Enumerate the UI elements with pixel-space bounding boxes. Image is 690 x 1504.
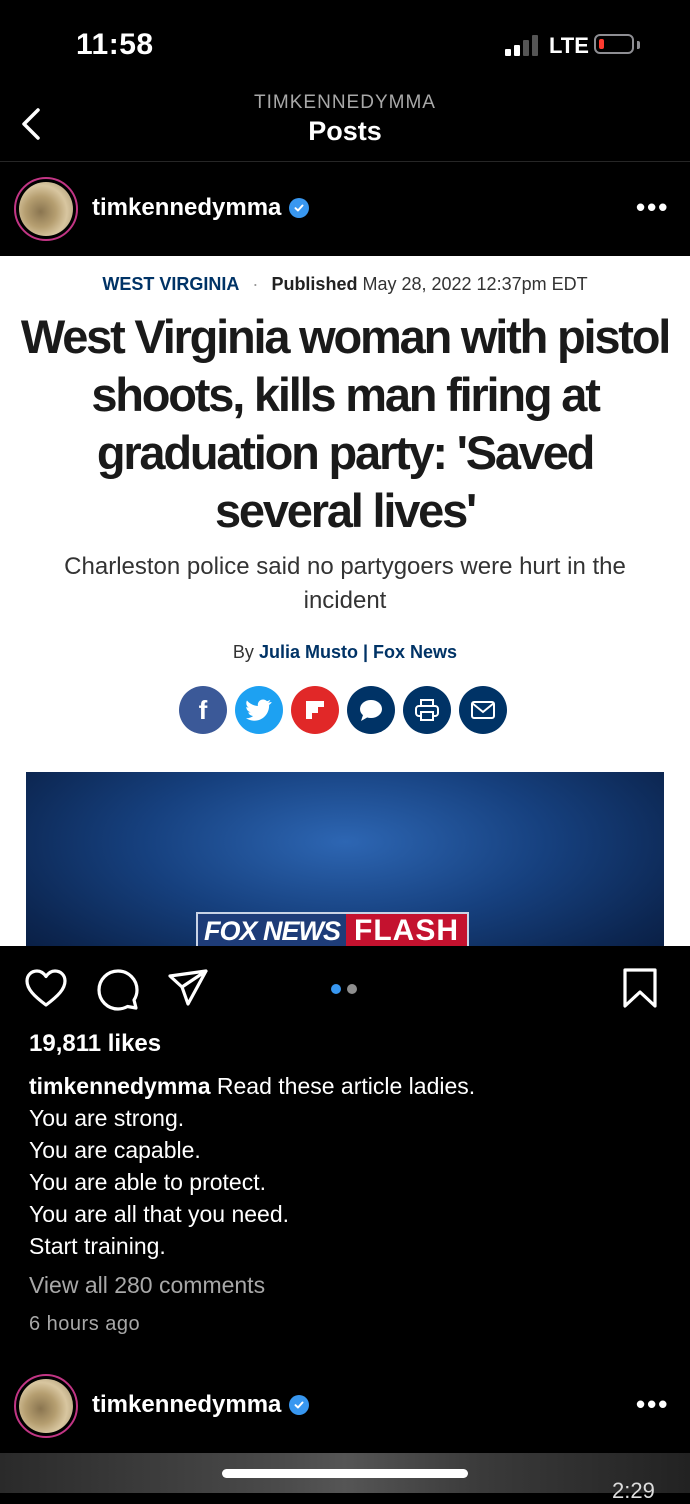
- comment-button[interactable]: [96, 967, 140, 1011]
- next-post-author[interactable]: timkennedymma: [92, 1391, 310, 1419]
- battery-icon: [594, 34, 634, 54]
- comment-icon: [347, 686, 395, 734]
- status-time: 11:58: [76, 28, 154, 61]
- like-button[interactable]: [24, 967, 68, 1011]
- post-image[interactable]: WEST VIRGINIA · Published May 28, 2022 1…: [0, 256, 690, 946]
- by-label: By: [232, 642, 254, 662]
- nav-divider: [0, 161, 690, 162]
- article-byline: By Julia Musto | Fox News: [232, 642, 458, 662]
- post-author[interactable]: timkennedymma: [92, 194, 310, 222]
- carousel-dot-active: [331, 984, 341, 994]
- caption-line: Read these article ladies.: [216, 1073, 476, 1099]
- article-subheadline: Charleston police said no partygoers wer…: [64, 553, 626, 614]
- verified-badge-icon: [289, 1395, 310, 1415]
- heart-icon: [25, 969, 67, 1007]
- save-button[interactable]: [618, 966, 662, 1010]
- share-button[interactable]: [166, 966, 210, 1010]
- verified-badge-icon: [289, 198, 310, 218]
- article-meta: WEST VIRGINIA · Published May 28, 2022 1…: [102, 274, 588, 294]
- fox-news-flash-banner: FOX NEWS FLASH: [196, 912, 508, 946]
- article-video: FOX NEWS FLASH: [26, 772, 664, 946]
- cellular-signal-icon: [505, 34, 539, 56]
- post-caption: timkennedymma Read these article ladies.…: [29, 1070, 669, 1262]
- comment-bubble-icon: [97, 969, 139, 1011]
- article-headline: West Virginia woman with pistol shoots, …: [20, 310, 671, 537]
- home-indicator[interactable]: [222, 1469, 468, 1478]
- video-duration: 2:29: [612, 1478, 655, 1503]
- network-type: LTE: [549, 33, 589, 58]
- caption-line: You are able to protect.: [29, 1169, 266, 1195]
- banner-fox-news: FOX NEWS: [196, 912, 347, 946]
- post-timestamp: 6 hours ago: [29, 1313, 141, 1335]
- avatar[interactable]: [14, 177, 78, 241]
- view-comments-link[interactable]: View all 280 comments: [29, 1272, 265, 1299]
- article-category: WEST VIRGINIA: [102, 274, 240, 294]
- caption-line: You are all that you need.: [29, 1201, 290, 1227]
- caption-line: You are strong.: [29, 1105, 185, 1131]
- caption-line: You are capable.: [29, 1137, 201, 1163]
- share-buttons: f: [179, 686, 507, 734]
- email-icon: [459, 686, 507, 734]
- flipboard-icon: [291, 686, 339, 734]
- next-post-username[interactable]: timkennedymma: [92, 1391, 281, 1419]
- avatar[interactable]: [14, 1374, 78, 1438]
- article-outlet: Fox News: [373, 642, 458, 662]
- published-label: Published: [271, 274, 358, 294]
- bookmark-icon: [623, 968, 657, 1008]
- twitter-icon: [235, 686, 283, 734]
- nav-account-name: TIMKENNEDYMMA: [254, 92, 436, 113]
- more-options-icon[interactable]: •••: [636, 1389, 669, 1420]
- likes-count[interactable]: 19,811 likes: [29, 1030, 161, 1058]
- more-options-icon[interactable]: •••: [636, 192, 669, 223]
- page-title: Posts: [308, 116, 382, 146]
- banner-flash: FLASH: [346, 912, 470, 946]
- paper-plane-icon: [168, 969, 208, 1006]
- carousel-indicator: [331, 984, 357, 994]
- caption-username[interactable]: timkennedymma: [29, 1073, 211, 1099]
- article-author: Julia Musto: [258, 642, 358, 662]
- post-username[interactable]: timkennedymma: [92, 194, 281, 222]
- carousel-dot: [347, 984, 357, 994]
- facebook-icon: f: [179, 686, 227, 734]
- print-icon: [403, 686, 451, 734]
- published-date: May 28, 2022 12:37pm EDT: [362, 274, 588, 294]
- battery-tip: [637, 41, 640, 49]
- caption-line: Start training.: [29, 1233, 166, 1259]
